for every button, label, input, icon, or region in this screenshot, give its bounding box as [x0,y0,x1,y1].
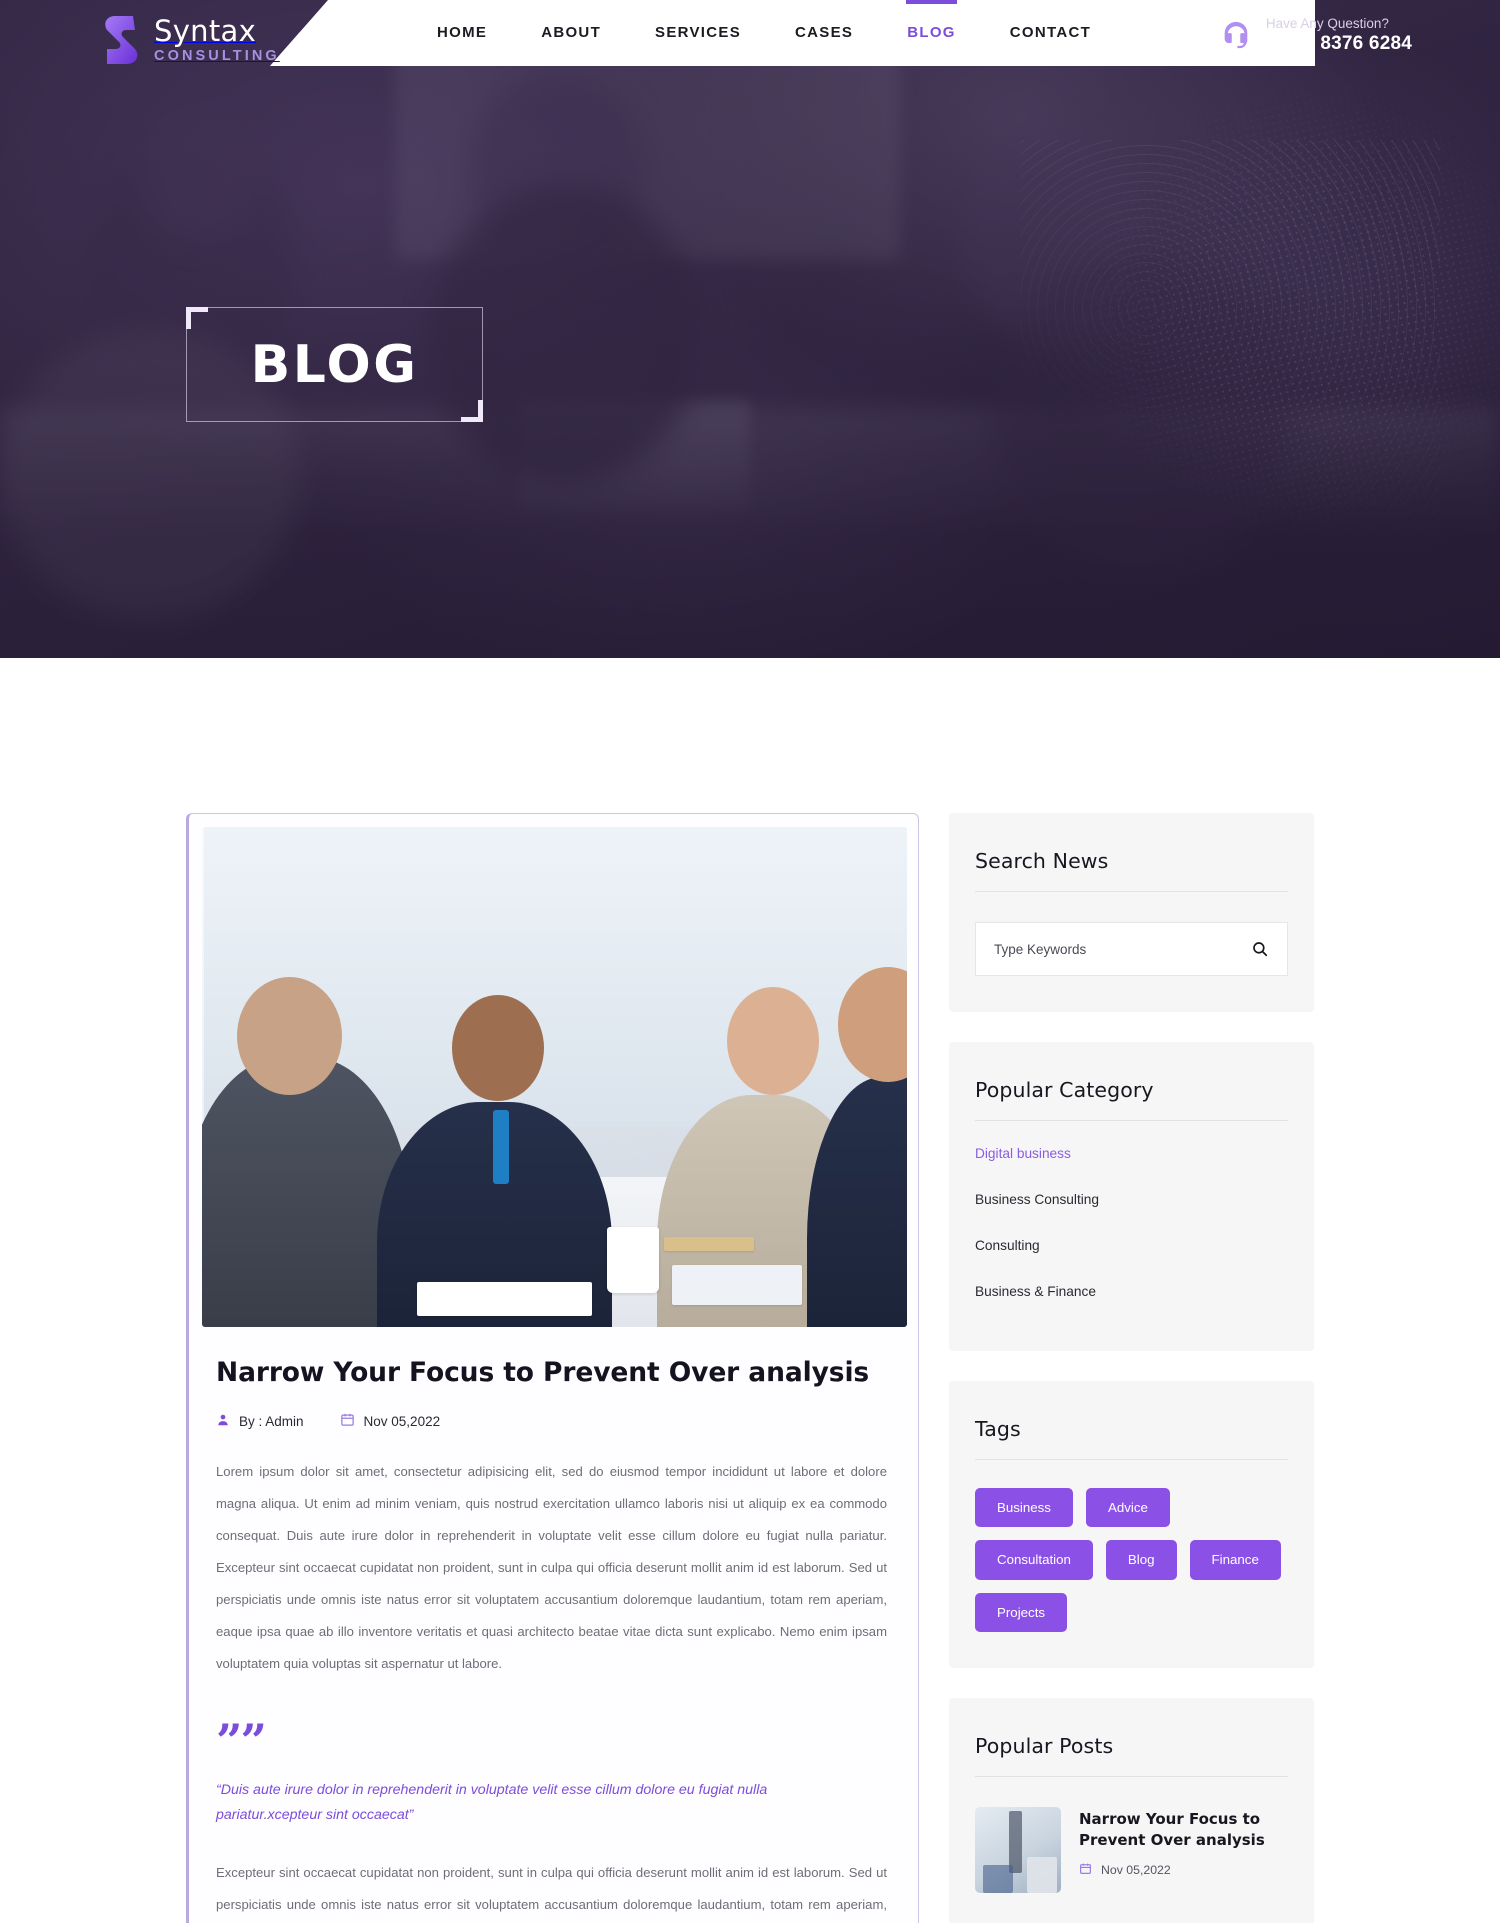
nav-item-contact[interactable]: CONTACT [983,20,1118,46]
contact-question: Have Any Question? [1265,16,1389,31]
post-date-label: Nov 05,2022 [363,1413,441,1429]
divider [975,1775,1288,1777]
user-icon [216,1413,230,1430]
popular-posts-title: Popular Posts [975,1733,1114,1758]
main-nav: HOME ABOUT SERVICES CASES BLOG CONTACT [410,0,1118,46]
corner-accent-bottom-right [461,400,483,422]
popular-post-title: Narrow Your Focus to Prevent Over analys… [1079,1809,1265,1850]
post-paragraph-1: Lorem ipsum dolor sit amet, consectetur … [216,1464,887,1672]
corner-accent-top-left [186,307,208,329]
site-header: Syntax CONSULTING HOME ABOUT SERVICES CA… [0,0,1500,78]
post-quote-text: “Duis aute irure dolor in reprehenderit … [216,1781,768,1823]
nav-item-about[interactable]: ABOUT [514,20,628,46]
list-item[interactable]: Digital business [975,1131,1288,1177]
popular-post-date: Nov 05,2022 [1079,1862,1288,1878]
page-title: BLOG [250,334,419,395]
post-date: Nov 05,2022 [340,1412,441,1430]
contact-text: Have Any Question? +61 3 8376 6284 [1266,16,1412,56]
tag-business[interactable]: Business [975,1488,1073,1528]
post-meta: By : Admin Nov 05,2022 [216,1412,905,1430]
nav-item-cases[interactable]: CASES [768,20,880,46]
post-author-label: By : Admin [239,1413,304,1429]
widget-search-news: Search News [949,813,1314,1012]
main-content: Narrow Your Focus to Prevent Over analys… [0,658,1500,1923]
calendar-icon [1079,1862,1092,1878]
list-item[interactable]: Business & Finance [975,1269,1288,1315]
list-item[interactable]: Narrow Your Focus to Prevent Over analys… [975,1806,1288,1893]
tag-list: Business Advice Consultation Blog Financ… [975,1488,1288,1632]
tag-blog[interactable]: Blog [1105,1540,1177,1580]
widget-tags: Tags Business Advice Consultation Blog F… [949,1381,1314,1668]
tag-consultation[interactable]: Consultation [975,1540,1093,1580]
tag-projects[interactable]: Projects [975,1592,1068,1632]
widget-popular-category: Popular Category Digital business Busine… [949,1042,1314,1351]
calendar-icon [340,1412,355,1430]
list-item[interactable]: Consulting [975,1223,1288,1269]
logo-name: Syntax [154,13,257,48]
headset-icon [1219,19,1253,53]
search-icon [1251,942,1269,961]
contact-phone: +61 3 8376 6284 [1265,33,1412,55]
sidebar: Search News Popu [949,813,1314,1923]
post-title: Narrow Your Focus to Prevent Over analys… [216,1357,870,1388]
search-input[interactable] [994,941,1251,957]
post-blockquote: ”” “Duis aute irure dolor in reprehender… [216,1713,905,1828]
post-paragraph-2: Excepteur sint occaecat cupidatat non pr… [216,1865,887,1913]
list-item[interactable]: Business Consulting [975,1177,1288,1223]
category-link-business-finance[interactable]: Business & Finance [975,1284,1096,1299]
category-link-consulting[interactable]: Consulting [975,1238,1040,1253]
logo-text: Syntax CONSULTING [154,13,280,64]
category-link-business-consulting[interactable]: Business Consulting [975,1192,1099,1207]
nav-item-services[interactable]: SERVICES [628,20,768,46]
search-box[interactable] [975,922,1288,976]
page-root: BLOG Syntax CONSULTING HOME ABOUT SERVIC… [0,0,1500,1923]
divider [975,1120,1288,1121]
post-featured-image [202,827,907,1327]
popular-category-title: Popular Category [975,1078,1154,1102]
nav-item-blog[interactable]: BLOG [880,0,983,46]
tag-finance[interactable]: Finance [1189,1540,1281,1580]
divider [975,1459,1288,1460]
tags-title: Tags [975,1417,1021,1441]
post-author: By : Admin [216,1413,304,1430]
popular-post-body: Narrow Your Focus to Prevent Over analys… [1079,1807,1288,1879]
hero-banner: BLOG [0,0,1500,658]
category-link-digital-business[interactable]: Digital business [975,1146,1071,1161]
syntax-logo-icon [103,14,141,66]
popular-post-thumbnail [975,1806,1061,1893]
quote-icon: ”” [216,1713,267,1768]
divider [975,891,1288,892]
logo-subtitle: CONSULTING [154,47,280,64]
page-title-box: BLOG [186,307,483,422]
nav-item-home[interactable]: HOME [410,20,514,46]
search-button[interactable] [1251,940,1269,958]
popular-post-date-label: Nov 05,2022 [1101,1863,1171,1878]
tag-advice[interactable]: Advice [1085,1488,1170,1528]
header-contact[interactable]: Have Any Question? +61 3 8376 6284 [1219,16,1412,56]
widget-popular-posts: Popular Posts Narrow Your Focus to Preve… [949,1697,1314,1923]
site-logo[interactable]: Syntax CONSULTING [103,14,280,66]
category-list: Digital business Business Consulting Con… [975,1131,1288,1315]
blog-post-card: Narrow Your Focus to Prevent Over analys… [186,813,919,1923]
search-news-title: Search News [975,849,1109,873]
